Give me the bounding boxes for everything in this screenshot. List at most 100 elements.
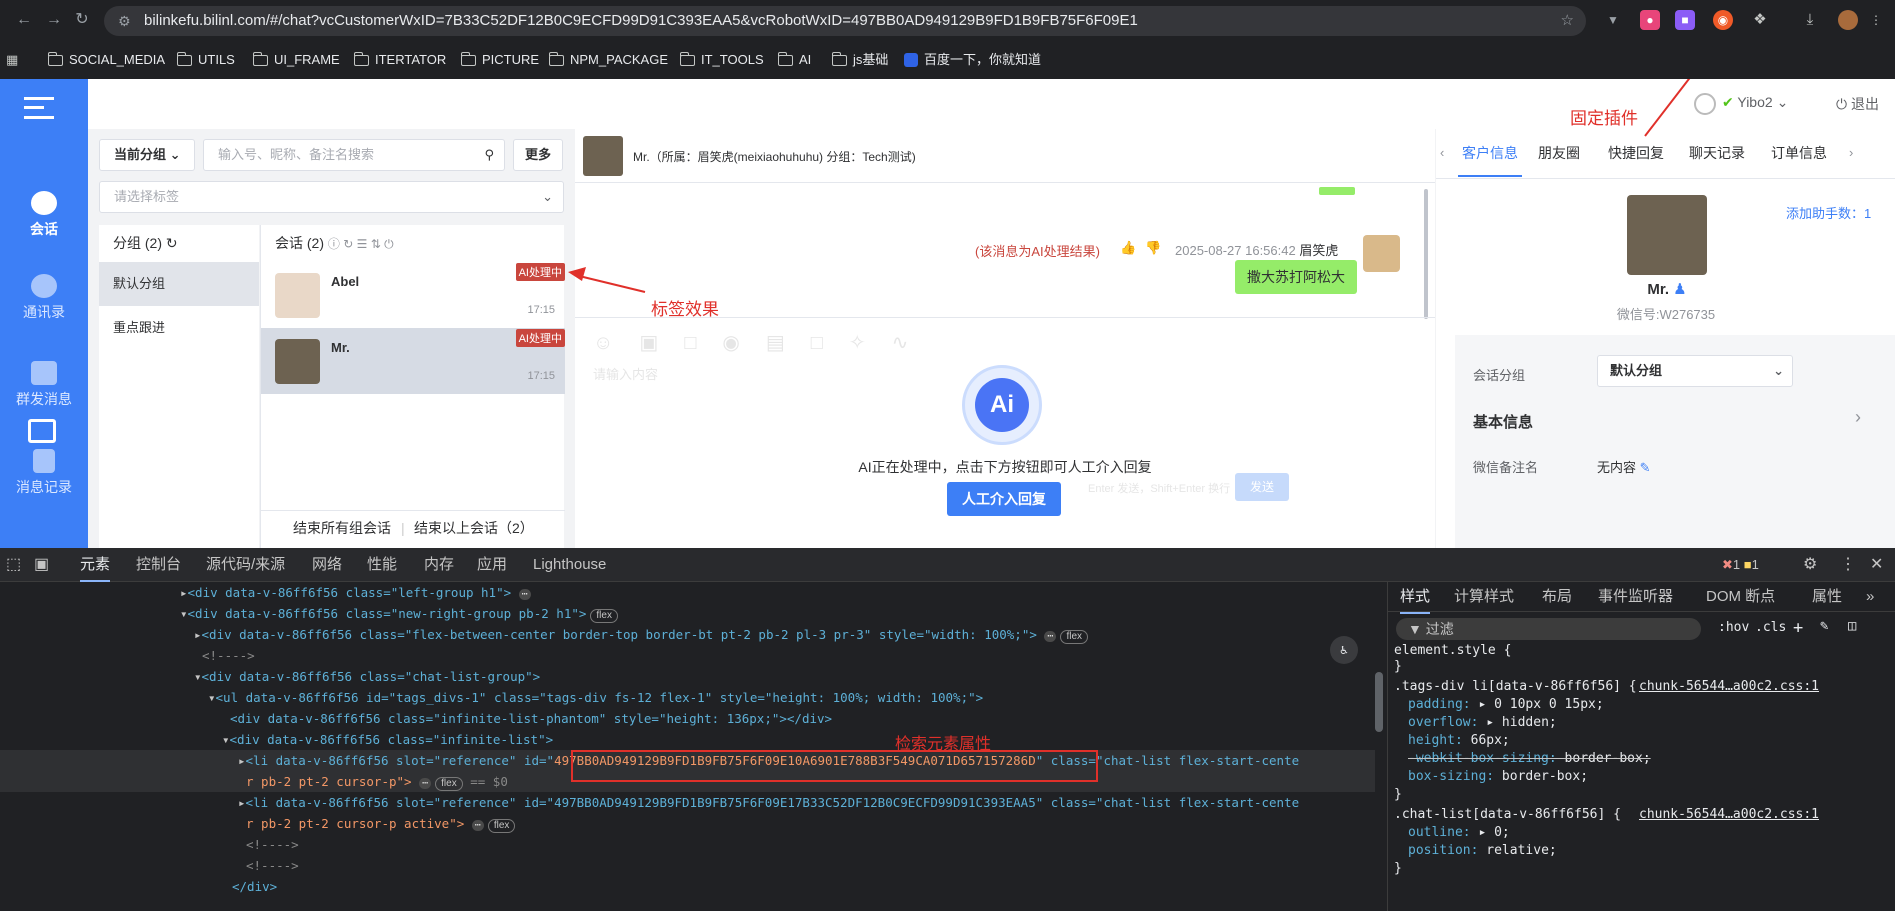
dom-node[interactable]: ▾<div data-v-86ff6f56 class="new-right-g… bbox=[0, 603, 1375, 624]
download-icon[interactable]: ⤓ bbox=[1800, 10, 1820, 30]
dom-node[interactable]: <div data-v-86ff6f56 class="infinite-lis… bbox=[0, 708, 1375, 729]
dom-node[interactable]: ▾<div data-v-86ff6f56 class="chat-list-g… bbox=[0, 666, 1375, 687]
chevron-double-right-icon[interactable]: » bbox=[1866, 582, 1874, 612]
forward-icon[interactable]: → bbox=[42, 8, 66, 32]
site-info-icon[interactable]: ⚙ bbox=[118, 6, 131, 36]
bookmark-social-media[interactable]: SOCIAL_MEDIA bbox=[47, 41, 165, 79]
bookmarks-bar: ▦ SOCIAL_MEDIA UTILS UI_FRAME ITERTATOR … bbox=[0, 41, 1895, 79]
folder-icon bbox=[176, 51, 192, 66]
tab-event-listeners[interactable]: 事件监听器 bbox=[1598, 582, 1673, 612]
tab-console[interactable]: 控制台 bbox=[136, 548, 181, 582]
css-declaration[interactable]: overflow: ▸ hidden; bbox=[1408, 714, 1557, 732]
css-rule-line[interactable]: element.style { bbox=[1394, 642, 1511, 660]
url-text: bilinkefu.bilinl.com/#/chat?vcCustomerWx… bbox=[144, 12, 1138, 29]
kefu-app: 会话 通讯录 群发消息 消息记录 ✔ Yibo2 ⌄ ⏻ 退出 当前分组 ⌄ 输… bbox=[0, 79, 1895, 548]
dom-comment[interactable]: <!----> bbox=[0, 834, 1375, 855]
stylesheet-link[interactable]: chunk-56544…a00c2.css:1 bbox=[1639, 806, 1819, 824]
dom-node[interactable]: ▸<div data-v-86ff6f56 class="left-group … bbox=[0, 582, 1375, 603]
accessibility-icon[interactable]: ♿ bbox=[1330, 636, 1358, 664]
bookmark-picture[interactable]: PICTURE bbox=[460, 41, 539, 79]
dom-node[interactable]: ▾<ul data-v-86ff6f56 id="tags_divs-1" cl… bbox=[0, 687, 1375, 708]
paint-icon[interactable]: ✎ bbox=[1820, 618, 1828, 634]
dom-comment[interactable]: <!----> bbox=[0, 645, 1375, 666]
folder-icon bbox=[831, 51, 847, 66]
dom-node[interactable]: ▸<li data-v-86ff6f56 slot="reference" id… bbox=[0, 792, 1375, 813]
apps-grid-icon[interactable]: ▦ bbox=[6, 41, 18, 79]
add-rule-icon[interactable]: + bbox=[1793, 618, 1803, 638]
address-bar[interactable]: ⚙ bilinkefu.bilinl.com/#/chat?vcCustomer… bbox=[104, 6, 1586, 36]
stylesheet-link[interactable]: chunk-56544…a00c2.css:1 bbox=[1639, 678, 1819, 696]
hov-toggle[interactable]: :hov bbox=[1718, 620, 1749, 635]
css-declaration[interactable]: outline: ▸ 0; bbox=[1408, 824, 1510, 842]
folder-icon bbox=[460, 51, 476, 66]
inspect-icon[interactable]: ⬚ bbox=[6, 548, 21, 582]
extension-pink-icon[interactable]: ● bbox=[1640, 10, 1660, 30]
annotation-arrows bbox=[568, 79, 1691, 293]
bookmark-js-basics[interactable]: js基础 bbox=[831, 41, 888, 79]
filter-input[interactable]: ▼ 过滤 bbox=[1396, 618, 1701, 640]
tab-lighthouse[interactable]: Lighthouse bbox=[533, 548, 606, 582]
extensions-puzzle-icon[interactable]: ❖ bbox=[1750, 10, 1770, 30]
annotation-inspect-attr: 检索元素属性 bbox=[895, 736, 992, 753]
tab-elements[interactable]: 元素 bbox=[80, 548, 111, 582]
baidu-paw-icon bbox=[904, 53, 918, 67]
close-icon[interactable]: ✕ bbox=[1870, 548, 1883, 582]
dom-node[interactable]: ▾<div data-v-86ff6f56 class="infinite-li… bbox=[0, 729, 1375, 750]
back-icon[interactable]: ← bbox=[12, 8, 36, 32]
tab-network[interactable]: 网络 bbox=[312, 548, 342, 582]
scrollbar[interactable] bbox=[1375, 672, 1383, 732]
filter-icon: ▼ bbox=[1408, 621, 1422, 637]
css-rule-line[interactable]: .chat-list[data-v-86ff6f56] {chunk-56544… bbox=[1394, 806, 1819, 824]
bookmark-npm-package[interactable]: NPM_PACKAGE bbox=[548, 41, 668, 79]
extension-v-icon[interactable]: ▼ bbox=[1603, 10, 1623, 30]
bookmark-star-icon[interactable]: ☆ bbox=[1561, 6, 1574, 36]
css-declaration[interactable]: padding: ▸ 0 10px 0 15px; bbox=[1408, 696, 1604, 714]
css-declaration[interactable]: height: 66px; bbox=[1408, 732, 1510, 750]
bookmark-baidu[interactable]: 百度一下，你就知道 bbox=[904, 41, 1041, 79]
warning-icon: ■ bbox=[1743, 557, 1752, 572]
tab-properties[interactable]: 属性 bbox=[1812, 582, 1842, 612]
bookmark-utils[interactable]: UTILS bbox=[176, 41, 235, 79]
css-declaration[interactable]: -webkit-box-sizing: border-box; bbox=[1408, 750, 1651, 768]
tab-layout[interactable]: 布局 bbox=[1542, 582, 1572, 612]
folder-icon bbox=[548, 51, 564, 66]
profile-avatar[interactable] bbox=[1838, 10, 1858, 30]
bookmark-itertator[interactable]: ITERTATOR bbox=[353, 41, 446, 79]
css-rule-line[interactable]: } bbox=[1394, 786, 1402, 804]
tab-dom-breakpoints[interactable]: DOM 断点 bbox=[1706, 582, 1775, 612]
css-declaration[interactable]: box-sizing: border-box; bbox=[1408, 768, 1588, 786]
css-rule-line[interactable]: } bbox=[1394, 658, 1402, 676]
bookmark-ai[interactable]: AI bbox=[777, 41, 811, 79]
folder-icon bbox=[252, 51, 268, 66]
error-count[interactable]: ✖1 ■1 bbox=[1722, 548, 1759, 582]
css-rule-line[interactable]: } bbox=[1394, 860, 1402, 878]
tab-styles[interactable]: 样式 bbox=[1400, 582, 1431, 614]
tab-application[interactable]: 应用 bbox=[477, 548, 507, 582]
device-toggle-icon[interactable]: ▣ bbox=[34, 548, 49, 582]
bookmark-ui-frame[interactable]: UI_FRAME bbox=[252, 41, 340, 79]
bookmark-it-tools[interactable]: IT_TOOLS bbox=[679, 41, 764, 79]
reload-icon[interactable]: ↻ bbox=[70, 8, 94, 32]
css-declaration[interactable]: position: relative; bbox=[1408, 842, 1557, 860]
tab-computed[interactable]: 计算样式 bbox=[1454, 582, 1514, 612]
dom-node-cont[interactable]: r pb-2 pt-2 cursor-p active"> ⋯ flex bbox=[0, 813, 1375, 834]
browser-menu-icon[interactable]: ⋮ bbox=[1866, 10, 1886, 30]
dom-node[interactable]: ▸<div data-v-86ff6f56 class="flex-betwee… bbox=[0, 624, 1375, 645]
dom-comment[interactable]: <!----> bbox=[0, 855, 1375, 876]
dom-close[interactable]: </div> bbox=[0, 876, 1375, 897]
css-rule-line[interactable]: .tags-div li[data-v-86ff6f56] {chunk-565… bbox=[1394, 678, 1819, 696]
folder-icon bbox=[353, 51, 369, 66]
settings-gear-icon[interactable]: ⚙ bbox=[1803, 548, 1817, 582]
tab-memory[interactable]: 内存 bbox=[424, 548, 454, 582]
annotation-tag-effect: 标签效果 bbox=[651, 300, 719, 319]
folder-icon bbox=[47, 51, 63, 66]
sidebar-toggle-icon[interactable]: ◫ bbox=[1848, 618, 1856, 634]
devtools-tabs: ⬚ ▣ 元素 控制台 源代码/来源 网络 性能 内存 应用 Lighthouse… bbox=[0, 548, 1895, 582]
pinned-plugin-icon[interactable]: ◉ bbox=[1713, 10, 1733, 30]
tab-performance[interactable]: 性能 bbox=[367, 548, 397, 582]
tab-sources[interactable]: 源代码/来源 bbox=[206, 548, 285, 582]
extension-purple-icon[interactable]: ■ bbox=[1675, 10, 1695, 30]
more-vert-icon[interactable]: ⋮ bbox=[1840, 548, 1856, 582]
cls-toggle[interactable]: .cls bbox=[1755, 620, 1786, 635]
folder-icon bbox=[679, 51, 695, 66]
